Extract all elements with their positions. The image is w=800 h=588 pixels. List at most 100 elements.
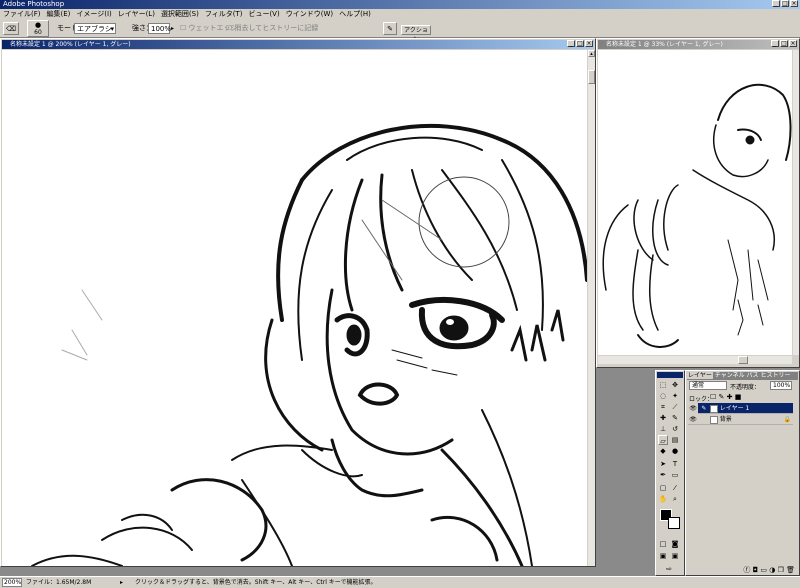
lock-transparency-icon[interactable]: ☐ [710,393,716,401]
layer-thumbnail [709,415,718,424]
lock-move-icon[interactable]: ✚ [727,393,733,401]
scroll-thumb[interactable] [588,70,595,84]
nav-close-button[interactable]: × [789,40,797,47]
menu-select[interactable]: 選択範囲(S) [158,9,202,19]
blur-tool-icon[interactable]: ◆ [658,446,668,456]
background-color-swatch[interactable] [668,517,680,529]
path-select-icon[interactable]: ➤ [658,459,668,469]
eraser-tool-preset[interactable]: ⌫ [3,22,19,35]
eye-icon[interactable]: 👁 [688,403,698,414]
trash-icon[interactable]: 🗑 [786,566,795,574]
eraser-tool-icon[interactable]: ▱ [658,435,668,445]
brush-size: 60 [34,29,42,36]
tab-history[interactable]: ヒストリー [760,372,790,379]
layer-thumbnail [709,404,718,413]
nav-maximize-button[interactable]: □ [780,40,788,47]
strength-input[interactable]: 100% [148,23,172,34]
menu-file[interactable]: ファイル(F) [0,9,44,19]
brush-tool-icon[interactable]: ✎ [670,413,680,423]
menu-window[interactable]: ウインドウ(W) [283,9,336,19]
hand-tool-icon[interactable]: ✋ [658,494,668,504]
h-scroll-thumb[interactable] [738,356,748,364]
menu-view[interactable]: ビュー(V) [245,9,282,19]
blend-mode-select[interactable]: 通常 [689,381,727,390]
new-layer-icon[interactable]: ❐ [778,566,784,574]
nav-minimize-button[interactable]: _ [771,40,779,47]
menu-image[interactable]: イメージ(I) [73,9,114,19]
shape-tool-icon[interactable]: ▭ [670,470,680,480]
menu-edit[interactable]: 編集(E) [44,9,74,19]
menu-help[interactable]: ヘルプ(H) [336,9,374,19]
navigator-horizontal-scrollbar[interactable] [598,356,792,364]
layer-row-1[interactable]: 👁 ✎ レイヤー 1 [688,403,793,414]
minimize-button[interactable]: _ [772,0,780,7]
document-title-bar: 名称未設定 1 @ 200% (レイヤー 1, グレー) [2,40,594,49]
pen-tool-icon[interactable]: ✒ [658,470,668,480]
sketch-illustration [31,123,587,566]
palette-well-tab[interactable]: アクション [401,25,431,43]
new-set-icon[interactable]: ▭ [760,566,767,574]
layer-mask-icon[interactable]: ◘ [753,566,759,574]
slice-tool-icon[interactable]: ⟋ [670,402,680,412]
mode-value: エアブラシ [77,25,112,33]
history-brush-icon[interactable]: ↺ [670,424,680,434]
healing-brush-icon[interactable]: ✚ [658,413,668,423]
notes-tool-icon[interactable]: ▢ [658,483,668,493]
menu-filter[interactable]: フィルタ(T) [202,9,246,19]
zoom-field[interactable]: 200% [2,578,22,587]
opacity-input[interactable]: 100% [770,381,792,390]
fullscreen-mode-icon[interactable]: ▣ [670,551,680,561]
maximize-button[interactable]: □ [781,0,789,7]
airbrush-toggle[interactable]: ✎ [383,22,397,35]
standard-mode-icon[interactable]: □ [658,539,668,549]
file-info[interactable]: ファイル：1.65M/2.8M [26,577,91,588]
move-tool-icon[interactable]: ✥ [670,380,680,390]
screen-mode-icon[interactable]: ▣ [658,551,668,561]
lock-all-icon[interactable]: ■ [735,393,742,401]
navigator-canvas[interactable] [598,50,792,355]
brush-picker[interactable]: ● 60 [27,20,49,37]
navigator-vertical-scrollbar[interactable] [793,50,799,355]
jump-to-imageready-icon[interactable]: ⇨ [664,564,674,574]
gradient-tool-icon[interactable]: ▤ [670,435,680,445]
opacity-label: 不透明度： [730,384,761,391]
document-canvas[interactable] [2,50,587,566]
close-button[interactable]: × [790,0,798,7]
history-erase-checkbox[interactable]: ☐ 消去してヒストリーに記録 [226,22,318,35]
type-tool-icon[interactable]: T [670,459,680,469]
document-title: 名称未設定 1 @ 200% (レイヤー 1, グレー) [10,41,131,48]
scroll-up-icon[interactable]: ▴ [588,50,595,57]
dodge-tool-icon[interactable]: ● [670,446,680,456]
eyedropper-icon[interactable]: ⁄ [670,483,680,493]
layer-row-2[interactable]: 👁 背景 🔒 [688,414,793,425]
document-window: 名称未設定 1 @ 200% (レイヤー 1, グレー) _ □ × ▴ [0,38,596,567]
doc-close-button[interactable]: × [585,40,593,47]
zoom-tool-icon[interactable]: ⌕ [670,494,680,504]
stamp-tool-icon[interactable]: ⊥ [658,424,668,434]
document-vertical-scrollbar[interactable]: ▴ [588,50,595,566]
strength-value: 100% [151,25,172,33]
lock-paint-icon[interactable]: ✎ [719,393,725,401]
tab-layers[interactable]: レイヤー [687,372,713,379]
navigator-title-bar: 名称未設定 1 @ 33% (レイヤー 1, グレー) [598,40,798,49]
magic-wand-icon[interactable]: ✦ [670,391,680,401]
airbrush-icon: ✎ [387,25,393,33]
strength-arrow-icon[interactable]: ▸ [171,22,174,35]
layer-style-icon[interactable]: ⓕ [743,566,750,574]
eye-icon[interactable]: 👁 [688,414,698,425]
quickmask-mode-icon[interactable]: ◙ [670,539,680,549]
tab-channels[interactable]: チャンネル [715,372,745,379]
history-erase-label: 消去してヒストリーに記録 [234,24,319,32]
lasso-tool-icon[interactable]: ◌ [658,391,668,401]
doc-maximize-button[interactable]: □ [576,40,584,47]
status-arrow-icon[interactable]: ▸ [120,577,123,588]
mode-select[interactable]: エアブラシ ▾ [74,23,116,34]
marquee-tool-icon[interactable]: ⬚ [658,380,668,390]
doc-minimize-button[interactable]: _ [567,40,575,47]
menu-layer[interactable]: レイヤー(L) [115,9,158,19]
sketch-thumbnail [602,83,792,348]
adjustment-layer-icon[interactable]: ◑ [769,566,775,574]
crop-tool-icon[interactable]: ⌗ [658,402,668,412]
eraser-icon: ⌫ [6,25,16,33]
tab-paths[interactable]: パス [747,372,759,379]
